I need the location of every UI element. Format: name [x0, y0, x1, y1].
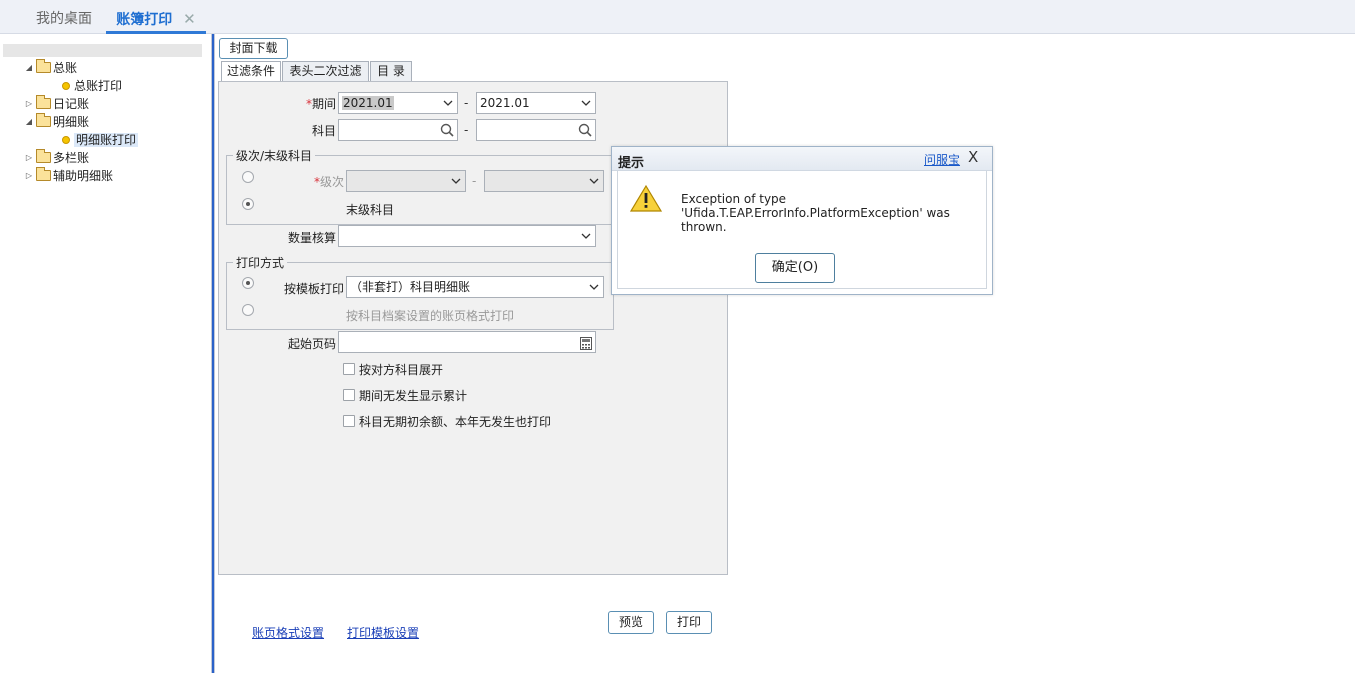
- pane-splitter[interactable]: [211, 34, 215, 673]
- level-from-select: [346, 170, 466, 192]
- ok-button[interactable]: 确定(O): [755, 253, 835, 283]
- search-icon[interactable]: [578, 123, 592, 143]
- show-cumulative-checkbox[interactable]: [343, 389, 355, 401]
- folder-icon: [36, 149, 51, 163]
- leaf-subject-radio[interactable]: [242, 198, 254, 210]
- folder-icon: [36, 167, 51, 181]
- leaf-dot-icon: [62, 82, 70, 90]
- print-by-template-radio[interactable]: [242, 277, 254, 289]
- show-cumulative-label: 期间无发生显示累计: [359, 389, 468, 403]
- chevron-down-icon: [581, 226, 591, 247]
- navigation-tree: ◢ 总账 总账打印 ▷ 日记账 ◢ 明细账 明细账打印 ▷ 多栏账 ▷ 辅助明细账: [0, 34, 212, 673]
- print-method-legend: 打印方式: [233, 254, 288, 271]
- tab-ledger-print[interactable]: 账簿打印 ✕: [106, 0, 206, 34]
- print-by-template-label: 按模板打印: [283, 282, 344, 296]
- tree-header-bar: [3, 44, 202, 57]
- period-label: *期间: [305, 97, 336, 111]
- tree-node-label: 多栏账: [53, 151, 90, 165]
- subject-label: 科目: [311, 124, 336, 138]
- print-template-select[interactable]: （非套打）科目明细账: [346, 276, 604, 298]
- tree-node-multi-column[interactable]: ▷ 多栏账: [24, 149, 89, 167]
- cover-download-button[interactable]: 封面下载: [219, 38, 288, 59]
- tree-node-label: 总账打印: [74, 79, 123, 93]
- search-icon[interactable]: [440, 123, 454, 143]
- dialog-message: Exception of type 'Ufida.T.EAP.ErrorInfo…: [681, 192, 950, 234]
- subtab-filter-conditions[interactable]: 过滤条件: [221, 61, 281, 82]
- level-group-legend: 级次/末级科目: [233, 147, 316, 164]
- print-by-archive-radio[interactable]: [242, 304, 254, 316]
- print-empty-subject-checkbox[interactable]: [343, 415, 355, 427]
- close-icon[interactable]: X: [968, 148, 978, 166]
- quantity-label: 数量核算: [287, 231, 336, 245]
- tree-node-auxiliary-detail[interactable]: ▷ 辅助明细账: [24, 167, 113, 185]
- print-empty-subject-label: 科目无期初余额、本年无发生也打印: [359, 415, 552, 429]
- tab-ledger-print-label: 账簿打印: [116, 12, 173, 28]
- tree-node-label: 明细账: [53, 115, 90, 129]
- ask-service-link[interactable]: 问服宝: [924, 151, 960, 168]
- print-button[interactable]: 打印: [666, 611, 712, 634]
- expand-contra-subject-label: 按对方科目展开: [359, 363, 444, 377]
- start-page-input[interactable]: [338, 331, 596, 353]
- leaf-subject-label: 末级科目: [346, 203, 395, 217]
- level-label: *级次: [313, 175, 344, 189]
- collapse-arrow-icon[interactable]: ◢: [24, 59, 34, 77]
- tree-node-general-ledger-print[interactable]: 总账打印: [62, 77, 122, 95]
- folder-icon: [36, 95, 51, 109]
- tree-node-label: 明细账打印: [74, 133, 139, 147]
- tree-node-label: 总账: [53, 61, 78, 75]
- top-tab-bar: 我的桌面 账簿打印 ✕: [0, 0, 1355, 34]
- subtab-catalog[interactable]: 目 录: [370, 61, 412, 81]
- dialog-title-bar[interactable]: 提示 问服宝 X: [612, 147, 992, 171]
- expand-contra-subject-checkbox[interactable]: [343, 363, 355, 375]
- subtab-header-filter[interactable]: 表头二次过滤: [282, 61, 369, 81]
- expand-arrow-icon[interactable]: ▷: [24, 167, 34, 185]
- print-by-archive-label: 按科目档案设置的账页格式打印: [346, 309, 515, 323]
- page-format-settings-link[interactable]: 账页格式设置: [252, 624, 324, 641]
- preview-button[interactable]: 预览: [608, 611, 654, 634]
- level-to-select: [484, 170, 604, 192]
- tree-node-label: 辅助明细账: [53, 169, 114, 183]
- chevron-down-icon: [589, 277, 599, 298]
- close-tab-icon[interactable]: ✕: [183, 10, 196, 28]
- tree-node-journal[interactable]: ▷ 日记账: [24, 95, 89, 113]
- calculator-icon[interactable]: [580, 336, 592, 356]
- tree-node-general-ledger[interactable]: ◢ 总账: [24, 59, 77, 77]
- tree-node-label: 日记账: [53, 97, 90, 111]
- tree-node-detail-ledger[interactable]: ◢ 明细账: [24, 113, 89, 131]
- level-radio[interactable]: [242, 171, 254, 183]
- collapse-arrow-icon[interactable]: ◢: [24, 113, 34, 131]
- period-to-select[interactable]: 2021.01: [476, 92, 596, 114]
- subject-from-input[interactable]: [338, 119, 458, 141]
- print-template-settings-link[interactable]: 打印模板设置: [347, 624, 419, 641]
- warning-icon: [629, 184, 663, 215]
- range-dash: -: [464, 96, 469, 110]
- chevron-down-icon: [581, 93, 591, 114]
- leaf-dot-icon: [62, 136, 70, 144]
- period-from-select[interactable]: 2021.01: [338, 92, 458, 114]
- dialog-title: 提示: [618, 156, 645, 171]
- dialog-body: Exception of type 'Ufida.T.EAP.ErrorInfo…: [617, 171, 987, 289]
- chevron-down-icon: [451, 171, 461, 192]
- range-dash: -: [464, 123, 469, 137]
- folder-open-icon: [36, 113, 51, 127]
- folder-open-icon: [36, 59, 51, 73]
- error-dialog: 提示 问服宝 X Exception of type 'Ufida.T.EAP.…: [611, 146, 993, 295]
- subject-to-input[interactable]: [476, 119, 596, 141]
- start-page-label: 起始页码: [287, 337, 336, 351]
- tree-node-detail-ledger-print[interactable]: 明细账打印: [62, 131, 139, 149]
- expand-arrow-icon[interactable]: ▷: [24, 95, 34, 113]
- chevron-down-icon: [443, 93, 453, 114]
- range-dash: -: [472, 174, 477, 188]
- tab-my-desktop[interactable]: 我的桌面: [36, 0, 92, 34]
- chevron-down-icon: [589, 171, 599, 192]
- expand-arrow-icon[interactable]: ▷: [24, 149, 34, 167]
- quantity-select[interactable]: [338, 225, 596, 247]
